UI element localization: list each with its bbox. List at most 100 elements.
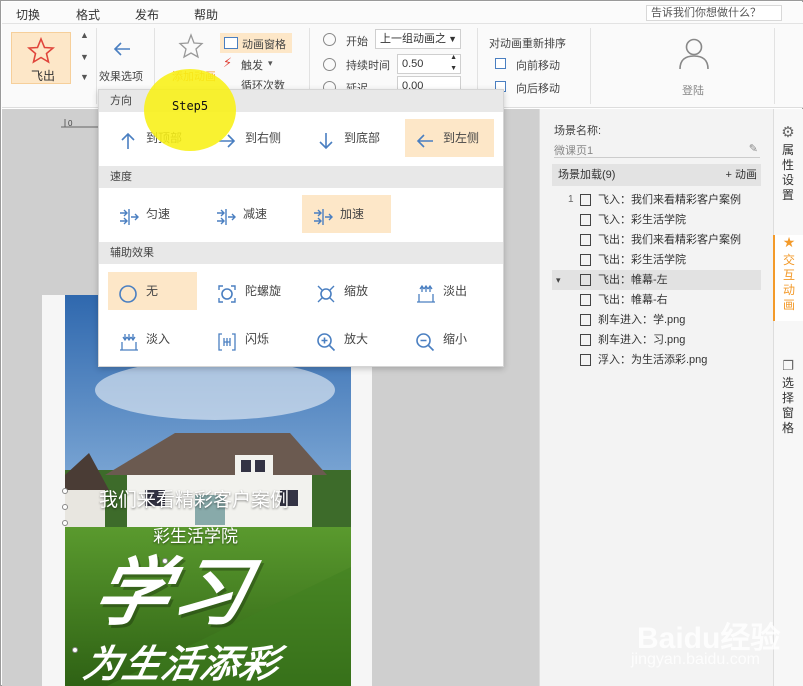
duration-label: 持续时间	[346, 60, 390, 72]
grid-animation-icon	[580, 314, 591, 326]
menu-bar: 切换 格式 发布 帮助 告诉我们你想做什么？	[2, 2, 803, 24]
clock-icon	[323, 33, 336, 46]
resize-handle[interactable]	[162, 558, 168, 564]
direction-to-bottom[interactable]: 到底部	[306, 119, 395, 157]
gallery-more-icon[interactable]: ▼	[80, 72, 89, 82]
grid-animation-icon	[580, 334, 591, 346]
watermark-url: jingyan.baidu.com	[631, 651, 760, 668]
gear-icon: ⚙	[781, 124, 795, 141]
animation-list-item[interactable]: 飞出：彩生活学院	[552, 250, 761, 270]
speed-accelerate[interactable]: 加速	[302, 195, 391, 233]
slide-text-slogan[interactable]: 为生活添彩	[79, 633, 286, 686]
add-animation-link[interactable]: + 动画	[726, 164, 757, 186]
flash-icon	[217, 329, 237, 351]
fly-animation-icon	[580, 254, 591, 266]
scene-title: 场景名称:	[554, 125, 602, 137]
zoom-in-icon	[316, 329, 336, 352]
tab-selection-pane[interactable]: ❐ 选择窗格	[773, 358, 803, 438]
app-window: 切换 格式 发布 帮助 告诉我们你想做什么？ 飞出 ▲ ▼ ▼ 效果选项 添加动…	[0, 0, 803, 686]
fly-animation-icon	[580, 354, 591, 366]
tell-me-search[interactable]: 告诉我们你想做什么？	[646, 5, 782, 21]
animation-list-item[interactable]: 浮入：为生活添彩.png	[552, 350, 761, 370]
effect-options-button[interactable]: 效果选项	[99, 68, 143, 84]
svg-text:0: 0	[68, 119, 73, 128]
edit-icon[interactable]: ✎	[749, 142, 758, 155]
expand-arrow-icon[interactable]: ▾	[556, 270, 561, 290]
speed-icon	[312, 204, 333, 225]
animation-list-item[interactable]: 刹车进入：学.png	[552, 310, 761, 330]
fade-in-icon	[118, 329, 138, 351]
menu-help[interactable]: 帮助	[194, 6, 218, 23]
circle-icon	[118, 281, 138, 303]
zoom-icon	[316, 281, 336, 303]
speed-uniform[interactable]: 匀速	[108, 195, 197, 233]
fly-animation-icon	[580, 234, 591, 246]
add-star-icon	[178, 33, 204, 59]
aux-effect-option[interactable]: 无	[108, 272, 197, 310]
move-later-button[interactable]: 向后移动	[516, 80, 560, 96]
speed-decelerate[interactable]: 减速	[205, 195, 294, 233]
lightning-icon: ⚡	[223, 55, 233, 70]
duration-input[interactable]: 0.50 ▲ ▼	[397, 54, 461, 74]
fly-out-label: 飞出	[31, 69, 56, 83]
aux-effect-option[interactable]: 缩放	[306, 272, 395, 310]
animation-list-item[interactable]: 飞出：我们来看精彩客户案例	[552, 230, 761, 250]
menu-publish[interactable]: 发布	[135, 6, 159, 23]
scene-load-header: 场景加载(9) + 动画	[552, 164, 761, 186]
gallery-down-icon[interactable]: ▼	[80, 52, 89, 62]
resize-handle[interactable]	[62, 520, 68, 526]
slide-text-study[interactable]: 学习	[86, 533, 265, 640]
step-marker: Step5	[144, 69, 236, 151]
animation-pane-button[interactable]: 动画窗格	[220, 33, 292, 53]
aux-effect-option[interactable]: 陀螺旋	[207, 272, 296, 310]
aux-effect-option[interactable]: 淡出	[405, 272, 494, 310]
layers-icon: ❐	[782, 358, 794, 373]
arrow-left-icon	[415, 128, 435, 148]
start-select[interactable]: 上一组动画之 ▼	[375, 29, 461, 49]
speed-icon	[215, 204, 236, 225]
user-icon	[679, 38, 709, 70]
arrow-up-icon	[118, 128, 138, 149]
move-earlier-icon	[495, 58, 506, 69]
gallery-up-icon[interactable]: ▲	[80, 30, 89, 40]
animation-list-item[interactable]: 飞出：帷幕-左 ▾	[552, 270, 761, 290]
grid-animation-icon	[580, 294, 591, 306]
fly-animation-icon	[580, 194, 591, 206]
aux-effect-option[interactable]: 淡入	[108, 320, 197, 358]
fly-animation-icon	[580, 274, 591, 286]
speed-header: 速度	[99, 166, 503, 188]
aux-effect-option[interactable]: 闪烁	[207, 320, 296, 358]
star-filled-icon: ★	[782, 234, 796, 250]
resize-handle[interactable]	[62, 488, 68, 494]
tab-properties[interactable]: ⚙ 属性设置	[773, 125, 803, 207]
menu-format[interactable]: 格式	[76, 6, 100, 23]
speed-icon	[118, 204, 139, 225]
fade-out-icon	[415, 281, 435, 303]
duration-icon	[323, 58, 336, 71]
animation-list-item[interactable]: 飞入：彩生活学院	[552, 210, 761, 230]
slide-text-case-study[interactable]: 我们来看精彩客户案例	[99, 485, 289, 512]
login-button[interactable]: 登陆	[682, 82, 704, 98]
scene-name-input[interactable]: 微课页1 ✎	[554, 142, 760, 158]
pane-icon	[224, 37, 238, 49]
animation-list-item[interactable]: 飞出：帷幕-右	[552, 290, 761, 310]
spin-icon	[217, 281, 237, 303]
animation-list-item[interactable]: 飞入：我们来看精彩客户案例	[552, 190, 761, 210]
fly-animation-icon	[580, 214, 591, 226]
resize-handle[interactable]	[72, 647, 78, 653]
reorder-group-label: 对动画重新排序	[489, 38, 566, 50]
fly-out-effect-button[interactable]: 飞出	[11, 32, 71, 84]
star-icon	[27, 37, 55, 64]
tab-interactive-animation[interactable]: ★ 交互动画	[773, 235, 803, 321]
menu-transition[interactable]: 切换	[16, 6, 40, 23]
aux-effect-option[interactable]: 放大	[306, 320, 395, 358]
arrow-down-icon	[316, 128, 336, 150]
trigger-button[interactable]: 触发	[241, 57, 263, 73]
start-label: 开始	[346, 36, 368, 48]
animation-list-item[interactable]: 刹车进入：习.png	[552, 330, 761, 350]
aux-effect-option[interactable]: 缩小	[405, 320, 494, 358]
move-earlier-button[interactable]: 向前移动	[516, 57, 560, 73]
direction-to-left[interactable]: 到左侧	[405, 119, 494, 157]
resize-handle[interactable]	[62, 504, 68, 510]
arrow-left-icon	[113, 42, 130, 56]
